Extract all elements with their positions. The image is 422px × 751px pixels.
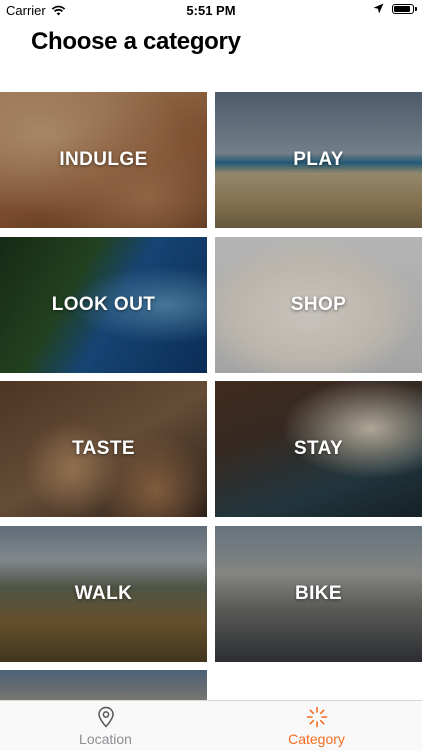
map-pin-icon (97, 706, 114, 728)
category-label: TASTE (72, 438, 135, 459)
category-label: PLAY (293, 149, 344, 170)
category-label: INDULGE (59, 149, 148, 170)
category-sparkle-icon (306, 706, 327, 728)
category-tile-walk[interactable]: WALK (0, 526, 207, 662)
category-label: SHOP (290, 294, 347, 315)
status-right (373, 3, 417, 14)
status-bar: Carrier 5:51 PM (0, 0, 422, 22)
category-tile-bike[interactable]: BIKE (215, 526, 422, 662)
battery-icon (392, 3, 417, 14)
category-label: STAY (293, 438, 344, 459)
tab-location-label: Location (79, 731, 132, 747)
tab-bar: Location Category (0, 700, 422, 751)
category-tile-play[interactable]: PLAY (215, 92, 422, 228)
category-tile-taste[interactable]: TASTE (0, 381, 207, 517)
category-label: LOOK OUT (51, 294, 156, 315)
category-label: BIKE (295, 583, 342, 604)
category-tile-indulge[interactable]: INDULGE (0, 92, 207, 228)
category-tile-shop[interactable]: SHOP (215, 237, 422, 373)
category-label: WALK (74, 583, 133, 604)
crowd-photo (0, 670, 207, 700)
category-tile-stay[interactable]: STAY (215, 381, 422, 517)
tab-location[interactable]: Location (0, 701, 211, 751)
category-tile-partial[interactable] (0, 670, 207, 700)
page-title: Choose a category (31, 28, 241, 55)
tab-category-label: Category (288, 731, 345, 747)
clock: 5:51 PM (186, 3, 236, 18)
category-tile-look-out[interactable]: LOOK OUT (0, 237, 207, 373)
tab-category[interactable]: Category (211, 701, 422, 751)
location-arrow-icon (373, 3, 384, 14)
